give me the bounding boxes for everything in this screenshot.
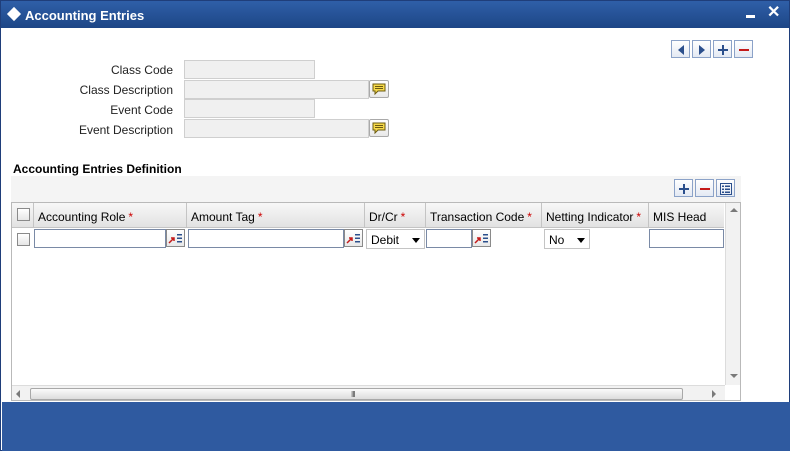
grid-actions xyxy=(674,179,737,197)
transaction-code-input[interactable] xyxy=(426,229,472,248)
scroll-thumb[interactable]: III xyxy=(30,388,683,400)
mis-head-input[interactable] xyxy=(649,229,724,248)
single-view-button[interactable] xyxy=(716,179,735,197)
vertical-scrollbar[interactable] xyxy=(725,203,740,385)
event-description-field[interactable] xyxy=(184,119,369,138)
grid-toolbar xyxy=(11,176,741,202)
col-transaction-code[interactable]: Transaction Code * xyxy=(426,203,542,228)
accounting-role-input[interactable] xyxy=(34,229,166,248)
minus-icon xyxy=(739,49,749,51)
arrow-right-icon xyxy=(699,45,705,55)
window-diamond-icon xyxy=(6,6,22,22)
col-netting-indicator[interactable]: Netting Indicator * xyxy=(542,203,649,228)
col-accounting-role[interactable]: Accounting Role * xyxy=(34,203,187,228)
list-of-values-icon xyxy=(168,234,182,244)
section-title: Accounting Entries Definition xyxy=(13,162,182,176)
header-select-cell xyxy=(12,203,34,228)
window-title: Accounting Entries xyxy=(25,8,145,23)
class-description-label: Class Description xyxy=(79,83,173,97)
list-of-values-icon xyxy=(474,234,488,244)
title-bar: Accounting Entries ✕ xyxy=(1,1,789,28)
event-code-field[interactable] xyxy=(184,99,315,118)
horizontal-scrollbar[interactable]: III xyxy=(12,385,725,400)
col-amount-tag[interactable]: Amount Tag * xyxy=(187,203,365,228)
col-mis-head[interactable]: MIS Head xyxy=(649,203,724,228)
arrow-left-icon xyxy=(678,45,684,55)
plus-icon xyxy=(679,184,689,194)
amount-tag-lov-button[interactable] xyxy=(344,229,363,247)
scroll-right-icon xyxy=(712,390,716,398)
speech-bubble-icon xyxy=(372,83,386,95)
grid-header: Accounting Role * Amount Tag * Dr/Cr * Tran… xyxy=(12,203,724,228)
scroll-left-icon xyxy=(16,390,20,398)
accounting-entries-window: Accounting Entries ✕ Class Code Class De… xyxy=(0,0,790,451)
list-of-values-icon xyxy=(346,234,360,244)
list-view-icon xyxy=(720,183,732,195)
dr-cr-select[interactable]: Debit xyxy=(366,229,425,249)
dropdown-arrow-icon xyxy=(577,238,585,243)
transaction-code-lov-button[interactable] xyxy=(472,229,491,247)
scroll-down-icon xyxy=(730,374,738,378)
event-description-note-button[interactable] xyxy=(369,119,389,137)
event-description-label: Event Description xyxy=(78,123,173,137)
class-code-label: Class Code xyxy=(110,63,173,77)
event-code-label: Event Code xyxy=(110,103,173,117)
add-row-button[interactable] xyxy=(674,179,693,197)
netting-indicator-select[interactable]: No xyxy=(544,229,590,249)
row-select-checkbox[interactable] xyxy=(17,233,30,246)
add-record-button[interactable] xyxy=(713,40,732,58)
class-code-field[interactable] xyxy=(184,60,315,79)
plus-icon xyxy=(718,45,728,55)
scroll-grip: III xyxy=(351,390,356,399)
delete-row-button[interactable] xyxy=(695,179,714,197)
accounting-role-lov-button[interactable] xyxy=(166,229,185,247)
class-description-note-button[interactable] xyxy=(369,80,389,98)
minimize-icon[interactable] xyxy=(746,15,755,18)
class-description-field[interactable] xyxy=(184,80,369,99)
amount-tag-input[interactable] xyxy=(188,229,344,248)
delete-record-button[interactable] xyxy=(734,40,753,58)
next-record-button[interactable] xyxy=(692,40,711,58)
dropdown-arrow-icon xyxy=(412,238,420,243)
select-all-checkbox[interactable] xyxy=(17,208,30,221)
close-icon[interactable]: ✕ xyxy=(767,4,780,22)
record-nav-toolbar xyxy=(671,40,755,58)
col-dr-cr[interactable]: Dr/Cr * xyxy=(365,203,426,228)
footer-bar xyxy=(2,402,790,451)
speech-bubble-icon xyxy=(372,122,386,134)
scroll-up-icon xyxy=(730,208,738,212)
previous-record-button[interactable] xyxy=(671,40,690,58)
accounting-entries-grid: Accounting Role * Amount Tag * Dr/Cr * Tran… xyxy=(11,202,741,401)
minus-icon xyxy=(700,188,710,190)
